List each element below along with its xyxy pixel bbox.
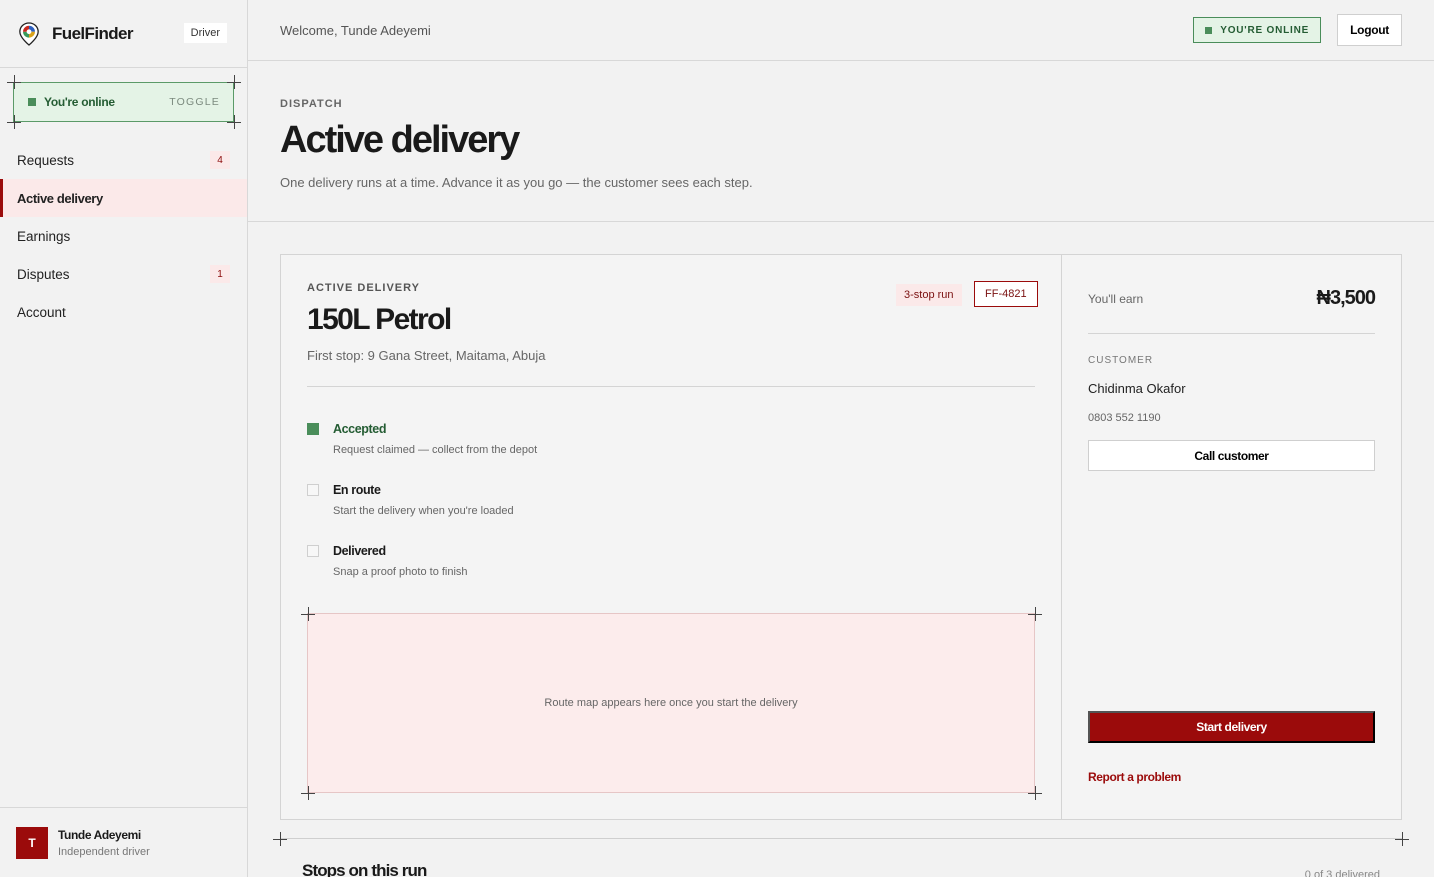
user-subtitle: Independent driver	[58, 845, 150, 858]
stops-delivered-count: 0 of 3 delivered	[1304, 869, 1380, 877]
customer-phone: 0803 552 1190	[1088, 412, 1161, 424]
brand-header: FuelFinder Driver	[0, 0, 247, 68]
step-label: Delivered	[333, 544, 386, 558]
online-status-dot-icon	[28, 98, 36, 106]
page-title: Active delivery	[280, 119, 520, 161]
card-eyebrow: ACTIVE DELIVERY	[307, 282, 420, 294]
order-id-tag: FF-4821	[974, 281, 1038, 307]
customer-name: Chidinma Okafor	[1088, 381, 1186, 396]
welcome-text: Welcome, Tunde Adeyemi	[280, 22, 431, 38]
online-label: You're online	[44, 95, 115, 109]
stops-title: Stops on this run	[302, 861, 427, 877]
brand-name: FuelFinder	[52, 23, 134, 43]
sidebar: FuelFinder Driver You're online TOGGLE R…	[0, 0, 248, 877]
earn-value: ₦3,500	[1316, 287, 1376, 309]
sidebar-item-account[interactable]: Account	[0, 293, 247, 331]
sidebar-item-label: Earnings	[17, 228, 71, 244]
corner-crosshair-icon	[1028, 607, 1042, 621]
sidebar-item-label: Disputes	[17, 266, 70, 282]
fuel-pin-logo-icon	[19, 21, 39, 46]
step-checked-icon	[307, 423, 319, 435]
active-delivery-card: ACTIVE DELIVERY 150L Petrol First stop: …	[280, 254, 1402, 820]
online-status-dot-icon	[1205, 26, 1213, 34]
step-unchecked-icon	[307, 484, 319, 496]
sidebar-item-label: Active delivery	[17, 190, 103, 206]
page-header: DISPATCH Active delivery One delivery ru…	[248, 61, 1434, 222]
corner-crosshair-icon	[227, 75, 241, 89]
corner-crosshair-icon	[7, 75, 21, 89]
corner-crosshair-icon	[227, 115, 241, 129]
sidebar-item-active-delivery[interactable]: Active delivery	[0, 179, 247, 217]
delivery-address: First stop: 9 Gana Street, Maitama, Abuj…	[307, 348, 546, 363]
delivery-title: 150L Petrol	[307, 303, 452, 336]
online-status-label: YOU'RE ONLINE	[1220, 24, 1310, 36]
step-hint: Request claimed — collect from the depot	[333, 444, 538, 456]
corner-crosshair-icon	[1395, 832, 1409, 846]
corner-crosshair-icon	[273, 832, 287, 846]
user-name: Tunde Adeyemi	[58, 827, 141, 842]
step-hint: Snap a proof photo to finish	[333, 566, 468, 578]
sidebar-nav: Requests 4 Active delivery Earnings Disp…	[0, 141, 247, 331]
sidebar-item-disputes[interactable]: Disputes 1	[0, 255, 247, 293]
earn-label: You'll earn	[1088, 292, 1144, 306]
avatar: T	[16, 826, 48, 859]
corner-crosshair-icon	[301, 786, 315, 800]
customer-eyebrow: CUSTOMER	[1088, 355, 1154, 366]
page-eyebrow: DISPATCH	[280, 98, 343, 110]
requests-count-badge: 4	[210, 151, 230, 169]
route-map-placeholder: Route map appears here once you start th…	[307, 613, 1035, 793]
sidebar-item-requests[interactable]: Requests 4	[0, 141, 247, 179]
step-label: Accepted	[333, 422, 387, 436]
user-profile[interactable]: T Tunde Adeyemi Independent driver	[0, 807, 247, 877]
stops-section: Stops on this run 0 of 3 delivered	[273, 832, 1409, 877]
step-hint: Start the delivery when you're loaded	[333, 505, 514, 517]
delivery-summary: You'll earn ₦3,500 CUSTOMER Chidinma Oka…	[1062, 255, 1401, 819]
corner-crosshair-icon	[1028, 786, 1042, 800]
online-toggle[interactable]: You're online TOGGLE	[13, 82, 234, 122]
disputes-count-badge: 1	[210, 265, 230, 283]
top-bar: Welcome, Tunde Adeyemi YOU'RE ONLINE Log…	[248, 0, 1434, 61]
stops-count-tag: 3-stop run	[896, 284, 962, 306]
call-customer-button[interactable]: Call customer	[1088, 440, 1375, 471]
online-status-pill: YOU'RE ONLINE	[1193, 17, 1322, 43]
sidebar-item-earnings[interactable]: Earnings	[0, 217, 247, 255]
step-label: En route	[333, 483, 381, 497]
sidebar-item-label: Requests	[17, 152, 75, 168]
role-chip: Driver	[183, 23, 227, 43]
report-problem-link[interactable]: Report a problem	[1088, 770, 1181, 784]
step-unchecked-icon	[307, 545, 319, 557]
logout-button[interactable]: Logout	[1337, 14, 1402, 46]
map-placeholder-text: Route map appears here once you start th…	[544, 697, 798, 709]
delivery-details: ACTIVE DELIVERY 150L Petrol First stop: …	[281, 255, 1062, 819]
divider	[307, 386, 1035, 387]
corner-crosshair-icon	[301, 607, 315, 621]
sidebar-item-label: Account	[17, 304, 66, 320]
corner-crosshair-icon	[7, 115, 21, 129]
page-subtitle: One delivery runs at a time. Advance it …	[280, 175, 753, 190]
toggle-label[interactable]: TOGGLE	[169, 96, 220, 108]
divider	[1088, 333, 1375, 334]
start-delivery-button[interactable]: Start delivery	[1088, 711, 1375, 743]
